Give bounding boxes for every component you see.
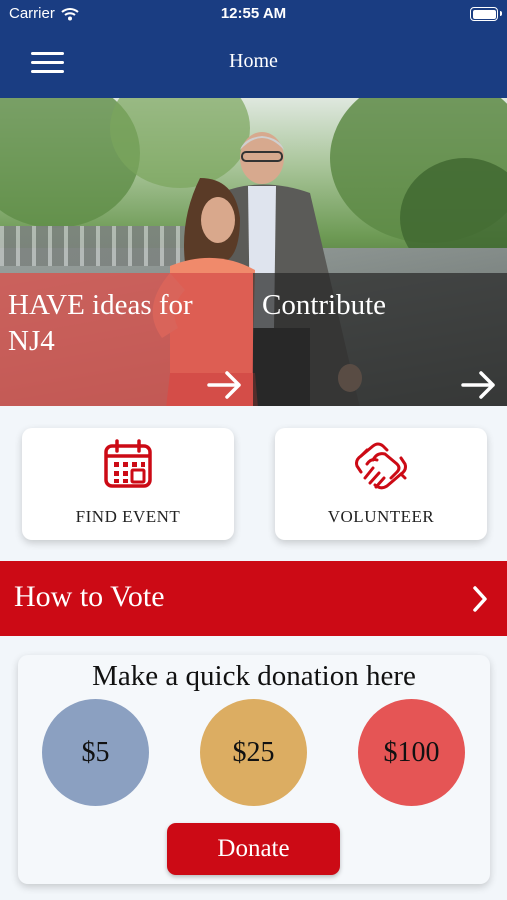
find-event-label: FIND EVENT (75, 507, 181, 526)
handshake-icon (355, 442, 407, 490)
donate-button[interactable]: Donate (167, 823, 340, 875)
battery-icon (470, 7, 502, 21)
volunteer-button[interactable]: VOLUNTEER (275, 428, 487, 540)
arrow-right-icon (207, 371, 241, 399)
donation-heading: Make a quick donation here (92, 660, 416, 692)
hero-banner: HAVE ideas for NJ4 Contribute (0, 98, 507, 406)
find-event-button[interactable]: FIND EVENT (22, 428, 234, 540)
contribute-tile-label: Contribute (262, 289, 387, 321)
donation-amount-25[interactable]: $25 (200, 699, 307, 806)
donation-amount-100[interactable]: $100 (358, 699, 465, 806)
ideas-tile[interactable]: HAVE ideas for NJ4 (0, 273, 253, 406)
clock: 12:55 AM (220, 5, 287, 22)
donation-amount-5[interactable]: $5 (42, 699, 149, 806)
status-bar: Carrier 12:55 AM (0, 0, 507, 28)
calendar-icon (104, 439, 152, 488)
ideas-tile-label: HAVE ideas for NJ4 (8, 289, 193, 357)
nav-bar: Home (0, 28, 507, 98)
page-title: Home (229, 50, 278, 72)
donation-panel: Make a quick donation here $5 $25 $100 D… (18, 655, 490, 884)
contribute-tile[interactable]: Contribute (253, 273, 507, 406)
how-to-vote-button[interactable]: How to Vote (0, 561, 507, 636)
how-to-vote-label: How to Vote (14, 580, 165, 613)
arrow-right-icon (461, 371, 495, 399)
volunteer-label: VOLUNTEER (327, 507, 435, 526)
chevron-right-icon (473, 586, 487, 612)
